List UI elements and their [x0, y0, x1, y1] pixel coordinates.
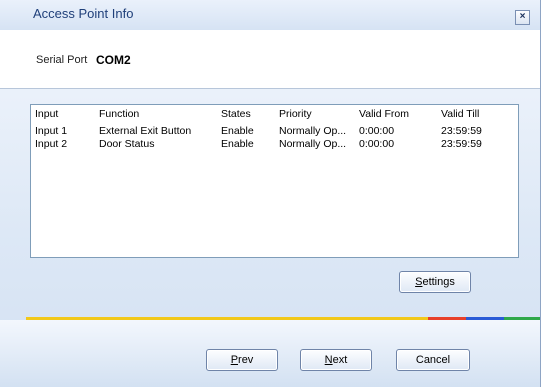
serial-port-section: Serial Port COM2 — [0, 30, 540, 88]
column-header-valid-from[interactable]: Valid From — [359, 108, 409, 120]
column-header-priority[interactable]: Priority — [279, 108, 312, 120]
cell-valid-from: 0:00:00 — [359, 125, 395, 137]
serial-port-value: COM2 — [96, 53, 131, 67]
column-header-states[interactable]: States — [221, 108, 251, 120]
next-button-label: ext — [332, 354, 348, 366]
header-divider — [0, 88, 540, 89]
next-button-accel: N — [324, 354, 333, 366]
access-point-info-dialog: Access Point Info × Serial Port COM2 Inp… — [0, 0, 541, 387]
column-header-valid-till[interactable]: Valid Till — [441, 108, 479, 120]
footer-area: Prev Next Cancel — [0, 320, 540, 387]
next-button[interactable]: Next — [300, 349, 372, 371]
window-title: Access Point Info — [33, 6, 134, 21]
serial-port-label: Serial Port — [36, 54, 88, 66]
cell-function: External Exit Button — [99, 125, 192, 137]
settings-button-label: ettings — [422, 276, 455, 288]
cell-priority: Normally Op... — [279, 125, 347, 137]
prev-button[interactable]: Prev — [206, 349, 278, 371]
cell-input: Input 1 — [35, 125, 68, 137]
cell-states: Enable — [221, 138, 254, 150]
title-bar: Access Point Info × — [0, 0, 540, 30]
cell-priority: Normally Op... — [279, 138, 347, 150]
column-header-input[interactable]: Input — [35, 108, 58, 120]
settings-button[interactable]: Settings — [399, 271, 471, 293]
cell-input: Input 2 — [35, 138, 68, 150]
cell-valid-till: 23:59:59 — [441, 125, 482, 137]
cell-states: Enable — [221, 125, 254, 137]
inputs-list-view[interactable]: Input Function States Priority Valid Fro… — [30, 104, 519, 258]
close-icon[interactable]: × — [515, 10, 530, 25]
cell-valid-from: 0:00:00 — [359, 138, 395, 150]
cancel-button[interactable]: Cancel — [396, 349, 470, 371]
prev-button-accel: P — [230, 354, 239, 366]
cell-valid-till: 23:59:59 — [441, 138, 482, 150]
prev-button-label: rev — [238, 354, 254, 366]
column-header-function[interactable]: Function — [99, 108, 139, 120]
cell-function: Door Status — [99, 138, 155, 150]
